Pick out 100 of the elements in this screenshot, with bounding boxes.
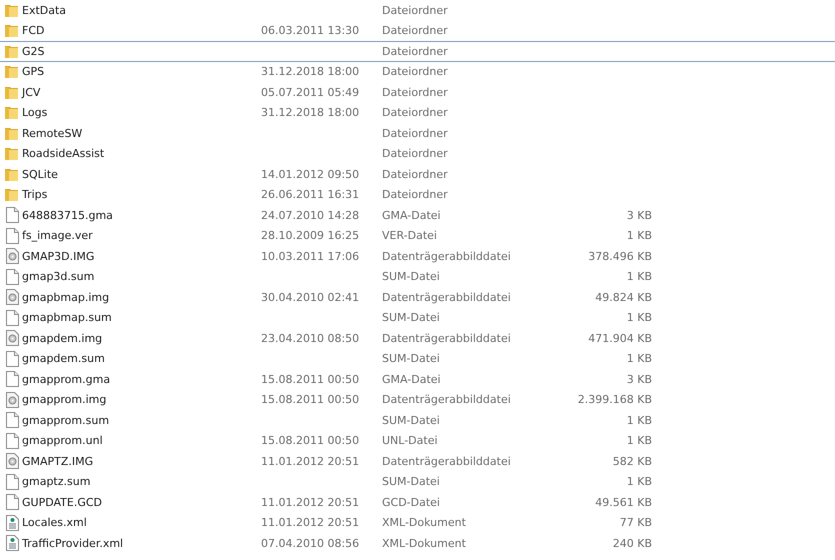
file-row[interactable]: GMAP3D.IMG 10.03.2011 17:06 Datenträgerabbilddatei 378.496 KB [0,246,835,266]
file-type: XML-Dokument [382,536,467,550]
file-row[interactable]: gmapprom.unl 15.08.2011 00:50 UNL-Datei 1 KB [0,430,835,451]
xml-document-icon [6,535,18,552]
modified-date: 30.04.2010 02:41 [261,290,360,304]
file-row[interactable]: Trips 26.06.2011 16:31 Dateiordner [0,184,835,205]
modified-date: 23.04.2010 08:50 [261,332,360,345]
modified-date: 31.12.2018 18:00 [261,106,360,120]
file-size: 1 KB [626,475,652,488]
file-size: 49.561 KB [595,496,652,509]
file-row[interactable]: GPS 31.12.2018 18:00 Dateiordner [0,62,835,82]
file-type: UNL-Datei [382,434,439,448]
document-icon [6,228,18,244]
document-icon [6,474,18,490]
file-row[interactable]: ExtData Dateiordner [0,0,835,20]
folder-icon [4,44,20,59]
file-row[interactable]: gmapprom.gma 15.08.2011 00:50 GMA-Datei 3 KB [0,369,835,390]
file-row[interactable]: GUPDATE.GCD 11.01.2012 20:51 GCD-Datei 49.561 KB [0,492,835,512]
modified-date: 06.03.2011 13:30 [261,24,360,38]
file-type: SUM-Datei [382,352,441,366]
file-row[interactable]: Logs 31.12.2018 18:00 Dateiordner [0,102,835,123]
file-name: Locales.xml [22,516,88,530]
file-size: 49.824 KB [595,290,652,304]
file-size: 1 KB [626,434,652,448]
file-type: Datenträgerabbilddatei [382,454,512,468]
document-icon [6,432,18,449]
file-row[interactable]: gmapbmap.img 30.04.2010 02:41 Datenträgerabbilddatei 49.824 KB [0,287,835,308]
file-size: 1 KB [626,352,652,366]
modified-date: 11.01.2012 20:51 [261,454,360,468]
file-row[interactable]: gmapprom.sum SUM-Datei 1 KB [0,410,835,430]
file-row[interactable]: gmaptz.sum SUM-Datei 1 KB [0,472,835,492]
file-type: Dateiordner [382,4,449,17]
file-size: 240 KB [612,536,652,550]
file-row[interactable]: JCV 05.07.2011 05:49 Dateiordner [0,82,835,102]
file-type: Dateiordner [382,188,449,202]
modified-date: 14.01.2012 09:50 [261,168,360,181]
document-icon [6,412,18,428]
file-row[interactable]: FCD 06.03.2011 13:30 Dateiordner [0,20,835,41]
file-size: 1 KB [626,414,652,427]
folder-icon [4,84,20,100]
file-size: 3 KB [626,372,652,386]
file-name: fs_image.ver [22,229,94,242]
file-row[interactable]: gmapdem.sum SUM-Datei 1 KB [0,348,835,369]
file-name: JCV [22,86,42,99]
file-size: 1 KB [626,270,652,284]
folder-icon [4,187,20,202]
file-size: 1 KB [626,311,652,324]
file-name: gmapprom.unl [22,434,104,448]
file-name: gmapbmap.img [22,290,110,304]
file-row[interactable]: gmap3d.sum SUM-Datei 1 KB [0,266,835,287]
modified-date: 15.08.2011 00:50 [261,393,360,406]
file-type: GMA-Datei [382,208,442,222]
file-row[interactable]: 648883715.gma 24.07.2010 14:28 GMA-Datei 3 KB [0,205,835,226]
file-type: SUM-Datei [382,414,441,427]
file-name: 648883715.gma [22,208,114,222]
file-size: 2.399.168 KB [578,393,652,406]
file-row[interactable]: TrafficProvider.xml 07.04.2010 08:56 XML-Dokument 240 KB [0,533,835,554]
file-row[interactable]: gmapbmap.sum SUM-Datei 1 KB [0,308,835,328]
file-row[interactable]: RemoteSW Dateiordner [0,123,835,144]
file-size: 1 KB [626,229,652,242]
modified-date: 26.06.2011 16:31 [261,188,360,202]
file-type: SUM-Datei [382,475,441,488]
disc-image-icon [6,289,18,306]
file-type: Dateiordner [382,168,449,181]
document-icon [6,310,18,326]
disc-image-icon [6,248,18,264]
file-row[interactable]: Locales.xml 11.01.2012 20:51 XML-Dokument 77 KB [0,512,835,533]
file-type: XML-Dokument [382,516,467,530]
file-name: gmapdem.sum [22,352,106,366]
file-row[interactable]: RoadsideAssist Dateiordner [0,144,835,164]
file-row[interactable]: G2S Dateiordner [0,41,835,62]
file-type: Dateiordner [382,44,449,58]
modified-date: 31.12.2018 18:00 [261,65,360,78]
file-name: gmapprom.sum [22,414,110,427]
file-name: gmaptz.sum [22,475,92,488]
document-icon [6,268,18,285]
file-row[interactable]: GMAPTZ.IMG 11.01.2012 20:51 Datenträgerabbilddatei 582 KB [0,451,835,472]
document-icon [6,494,18,510]
file-row[interactable]: fs_image.ver 28.10.2009 16:25 VER-Datei 1 KB [0,226,835,246]
file-type: Datenträgerabbilddatei [382,290,512,304]
file-name: gmapprom.img [22,393,108,406]
modified-date: 11.01.2012 20:51 [261,496,360,509]
modified-date: 15.08.2011 00:50 [261,434,360,448]
file-row[interactable]: SQLite 14.01.2012 09:50 Dateiordner [0,164,835,184]
document-icon [6,350,18,367]
file-type: Datenträgerabbilddatei [382,393,512,406]
file-type: Dateiordner [382,65,449,78]
xml-document-icon [6,514,18,531]
file-row[interactable]: gmapdem.img 23.04.2010 08:50 Datenträgerabbilddatei 471.904 KB [0,328,835,348]
file-type: Datenträgerabbilddatei [382,250,512,263]
folder-icon [4,146,20,162]
modified-date: 24.07.2010 14:28 [261,208,360,222]
file-type: Dateiordner [382,147,449,160]
file-type: SUM-Datei [382,270,441,284]
file-name: FCD [22,24,46,38]
document-icon [6,371,18,388]
file-row[interactable]: gmapprom.img 15.08.2011 00:50 Datenträgerabbilddatei 2.399.168 KB [0,390,835,410]
modified-date: 15.08.2011 00:50 [261,372,360,386]
document-icon [6,207,18,224]
file-size: 378.496 KB [588,250,652,263]
